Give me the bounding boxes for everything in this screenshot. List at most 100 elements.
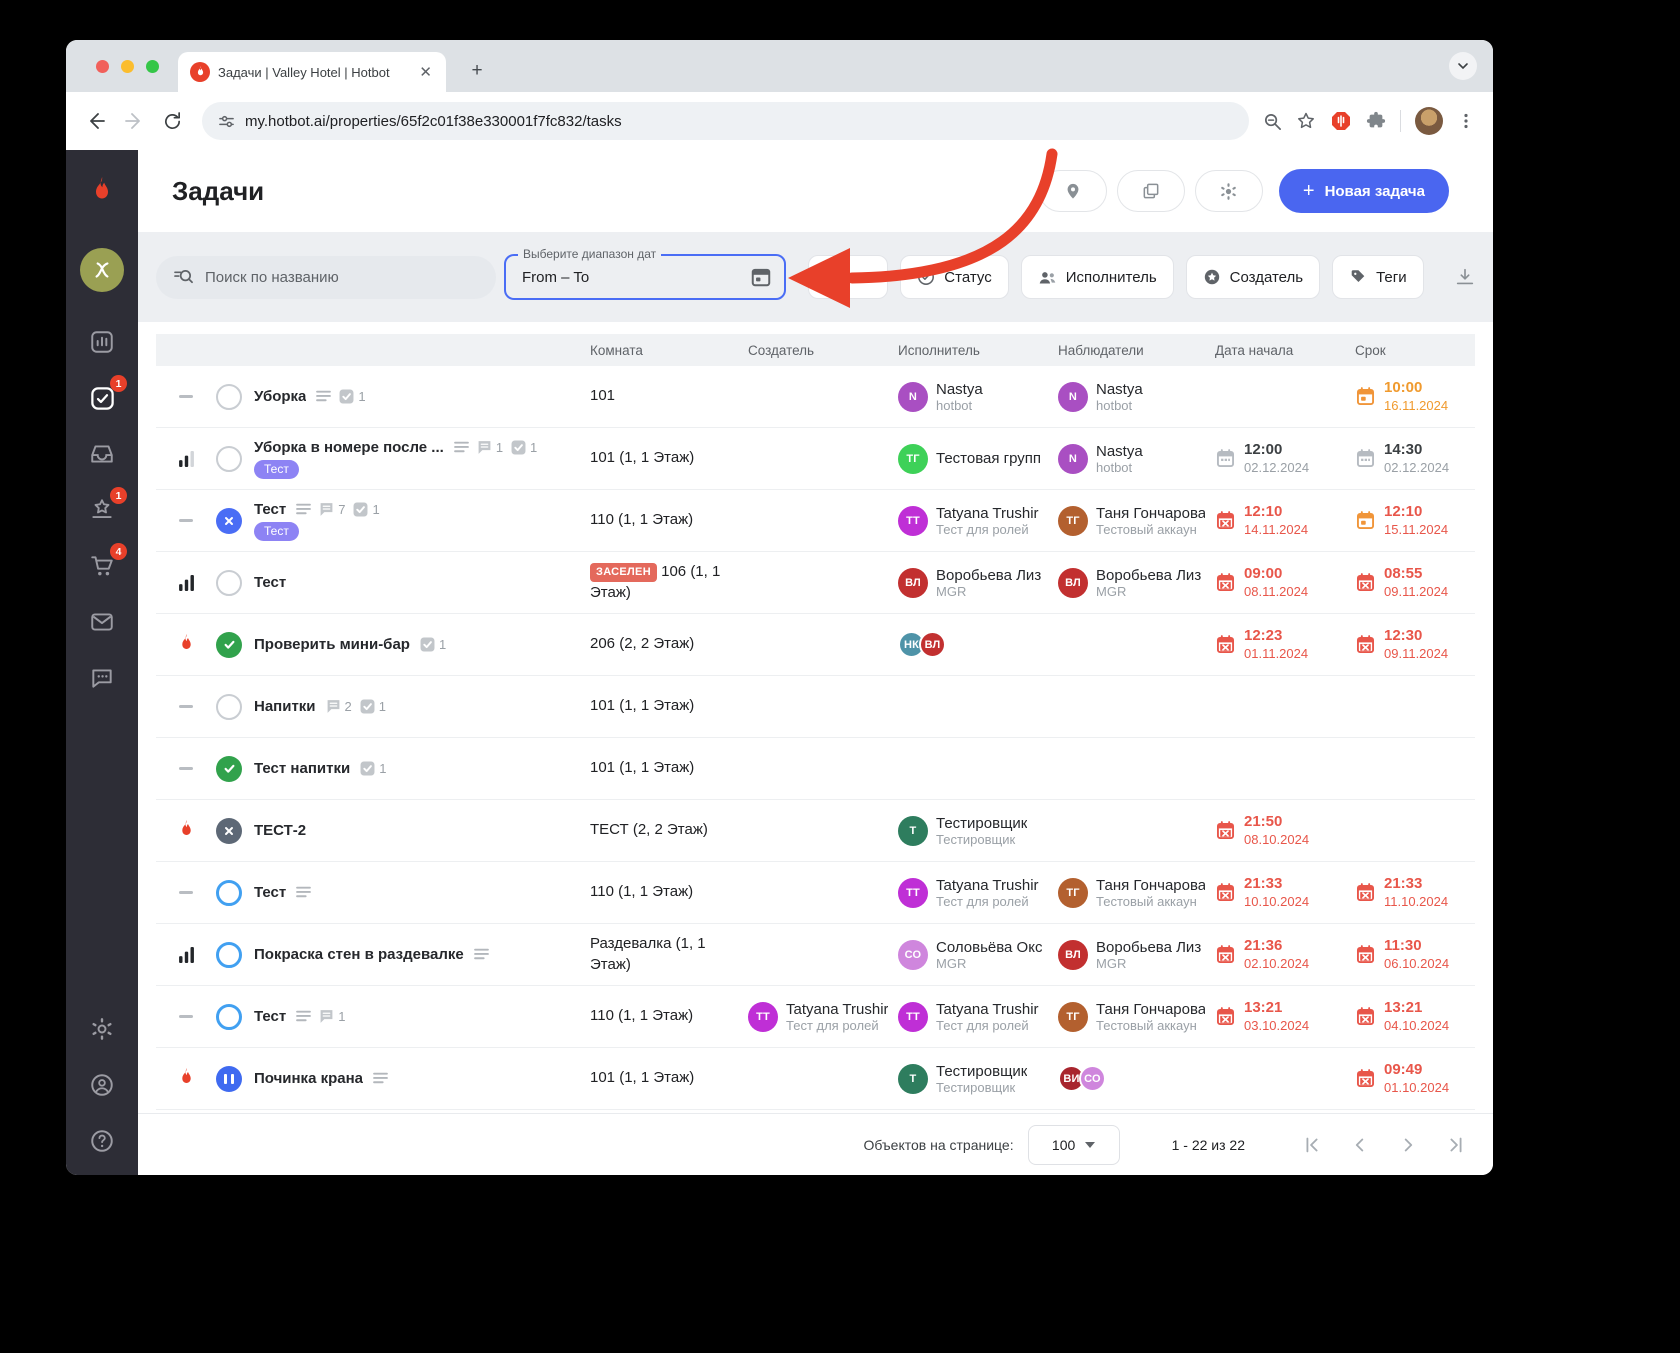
executor-cell-role: Тест для ролей [936,1017,1029,1033]
task-row[interactable]: Тест 7 1 Тест 110 (1, 1 Этаж) ТТ Tatyana Trush… [156,490,1475,552]
new-task-button[interactable]: + Новая задача [1278,169,1449,213]
extensions-puzzle-icon[interactable] [1366,111,1386,131]
profile-avatar[interactable] [1415,107,1443,135]
task-row[interactable]: Уборка в номере после ... 1 1 Тест 101 (1, 1… [156,428,1475,490]
table-settings-button[interactable] [1194,170,1263,212]
task-row[interactable]: Тест напитки 1 101 (1, 1 Этаж) [156,738,1475,800]
sidebar-item-help[interactable] [82,1121,122,1161]
status-icon[interactable] [216,569,242,596]
status-icon[interactable] [216,383,242,410]
reload-icon[interactable] [156,105,188,137]
date-range-value: From – To [522,268,590,286]
status-icon[interactable] [216,1065,242,1092]
task-row[interactable]: ТЕСТ-2 ТЕСТ (2, 2 Этаж) Т Тестировщик Тестир… [156,800,1475,862]
filter-chip-tags[interactable]: Теги [1332,255,1424,299]
property-avatar[interactable] [80,248,124,292]
search-input[interactable]: Поиск по названию [156,255,496,299]
calendar-date-icon [1356,1069,1375,1088]
column-start-date: Дата начала [1215,342,1294,358]
sidebar-item-inbox[interactable] [82,434,122,474]
sidebar-item-mail[interactable] [82,602,122,642]
filter-chip-creator[interactable]: Создатель [1185,255,1321,299]
sidebar-item-settings[interactable] [82,1009,122,1049]
task-row[interactable]: Уборка 1 101 N Nastya hotbot N Nastya hotbot 10:0… [156,366,1475,428]
executor-cell: N Nastya hotbot [898,381,1048,413]
zoom-icon[interactable] [1263,112,1282,131]
status-icon[interactable] [216,507,242,534]
start-date-cell-date: 10.10.2024 [1244,893,1310,909]
checklist-count: 1 [438,637,447,652]
executor-cell-role: MGR [936,955,967,971]
forward-icon[interactable] [118,105,150,137]
sidebar-item-chat[interactable] [82,658,122,698]
status-icon[interactable] [216,1003,242,1030]
sidebar-item-profile[interactable] [82,1065,122,1105]
status-icon[interactable] [216,941,242,968]
copy-view-button[interactable] [1116,170,1185,212]
tab-search-chevron-icon[interactable] [1449,52,1477,80]
status-icon[interactable] [216,817,242,844]
maximize-window-button[interactable] [146,60,159,73]
back-icon[interactable] [80,105,112,137]
executor-cell: ВЛ Воробьева Лиз MGR [898,567,1048,599]
column-room: Комната [590,342,643,358]
avatar: ТТ [898,877,928,908]
description-icon [473,948,489,960]
priority-cell [156,767,216,770]
calendar-icon[interactable] [750,266,772,288]
task-title: Покраска стен в раздевалке [254,946,464,963]
browser-tab[interactable]: Задачи | Valley Hotel | Hotbot ✕ [178,52,446,92]
filter-chip-new[interactable]: Новые [808,255,889,299]
task-row[interactable]: Тест 1 110 (1, 1 Этаж) ТТ Tatyana Trushir Тес… [156,986,1475,1048]
new-tab-button[interactable]: + [464,58,490,84]
export-download-icon[interactable] [1454,266,1476,288]
filter-chip-status[interactable]: Статус [900,255,1009,299]
bookmark-star-icon[interactable] [1296,111,1316,131]
prev-page-button[interactable] [1349,1134,1371,1156]
task-row[interactable]: Тест ЗАСЕЛЕН 106 (1, 1 Этаж) ВЛ Воробьева Л… [156,552,1475,614]
menu-dots-icon[interactable] [1457,112,1475,130]
priority-cell [156,1015,216,1018]
task-row[interactable]: Тест 110 (1, 1 Этаж) ТТ Tatyana Trushir Тест… [156,862,1475,924]
location-filter-button[interactable] [1038,170,1107,212]
filter-chip-assignee[interactable]: Исполнитель [1020,255,1174,299]
date-range-input[interactable]: Выберите диапазон дат From – To [504,247,786,300]
task-row[interactable]: Починка крана 101 (1, 1 Этаж) Т Тестировщик… [156,1048,1475,1110]
room-cell: 110 (1, 1 Этаж) [590,1007,694,1025]
task-row[interactable]: Напитки 2 1 101 (1, 1 Этаж) [156,676,1475,738]
comments-icon [320,1010,333,1023]
tag-badge: Тест [254,521,299,541]
minimize-window-button[interactable] [121,60,134,73]
status-icon[interactable] [216,693,242,720]
tab-title: Задачи | Valley Hotel | Hotbot [218,64,390,80]
task-row[interactable]: Проверить мини-бар 1 206 (2, 2 Этаж) НК ВЛ 12… [156,614,1475,676]
close-window-button[interactable] [96,60,109,73]
sidebar-item-tasks[interactable]: 1 [82,375,127,418]
status-icon[interactable] [216,879,242,906]
adblock-extension-icon[interactable] [1330,110,1352,132]
tab-close-icon[interactable]: ✕ [415,63,436,81]
status-icon[interactable] [216,631,242,658]
watchers-cell: N Nastya hotbot [1058,381,1205,413]
status-icon[interactable] [216,445,242,472]
sidebar-item-requests[interactable]: 1 [82,487,127,530]
watchers-cell-name: Воробьева Лиз [1096,938,1202,956]
room-cell: ТЕСТ (2, 2 Этаж) [590,821,708,839]
task-row[interactable]: Покраска стен в раздевалке Раздевалка (1,… [156,924,1475,986]
tags-icon [1349,268,1367,286]
hotbot-logo-icon[interactable] [82,172,122,212]
room-cell: 101 (1, 1 Этаж) [590,449,695,467]
last-page-button[interactable] [1445,1134,1467,1156]
sidebar-item-analytics[interactable] [82,322,122,362]
room-cell: 110 (1, 1 Этаж) [590,511,694,529]
status-icon[interactable] [216,755,242,782]
per-page-select[interactable]: 100 [1027,1124,1120,1165]
sidebar-item-shop[interactable]: 4 [82,543,127,586]
site-settings-icon[interactable] [218,113,235,130]
date-range-label: Выберите диапазон дат [518,247,662,261]
priority-cell [156,891,216,894]
comments-count: 2 [344,699,352,714]
next-page-button[interactable] [1397,1134,1419,1156]
url-bar[interactable]: my.hotbot.ai/properties/65f2c01f38e33000… [202,102,1249,140]
first-page-button[interactable] [1301,1134,1323,1156]
